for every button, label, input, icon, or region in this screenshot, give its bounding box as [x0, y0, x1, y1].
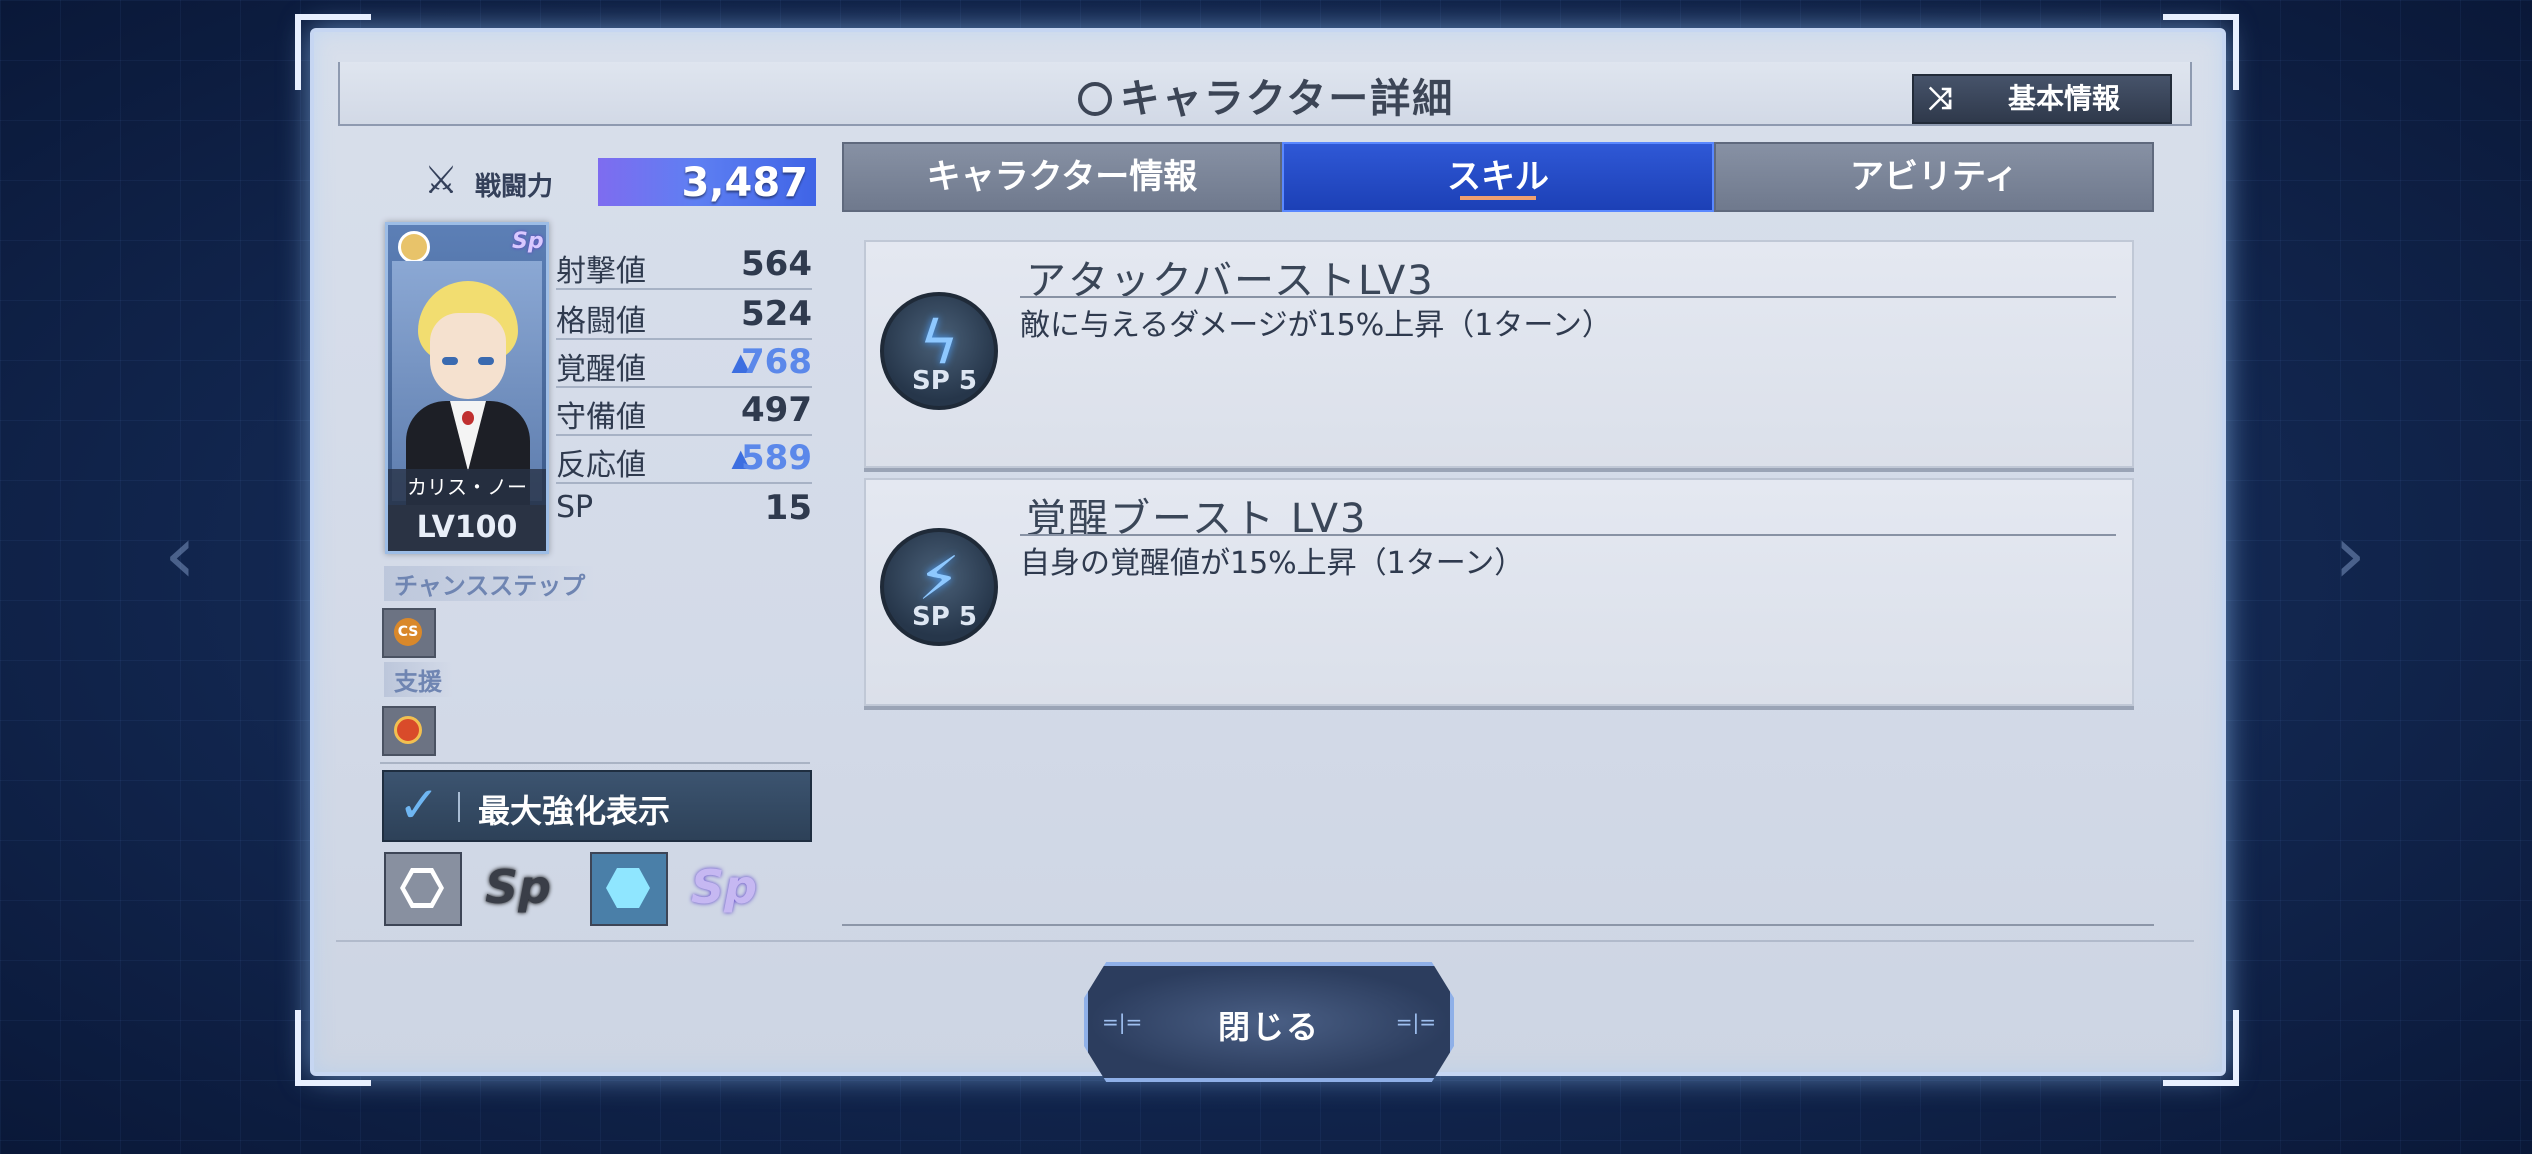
- character-portrait: [392, 261, 542, 511]
- power-bar: 3,487: [598, 158, 816, 206]
- awakening-boost-icon: ⚡ SP 5: [880, 528, 998, 646]
- max-enhance-toggle[interactable]: ✓ 最大強化表示: [382, 770, 812, 842]
- character-level: LV100: [388, 505, 546, 551]
- hexagon-outline-icon: [400, 868, 444, 908]
- shuffle-icon: ⤨: [1928, 81, 1952, 116]
- prev-arrow-icon[interactable]: ‹: [150, 515, 210, 595]
- stat-row: 射撃値 564: [556, 244, 812, 290]
- sp-dark-emblem[interactable]: Sp: [478, 852, 558, 922]
- divider: [336, 940, 2194, 942]
- chance-step-slot[interactable]: CS: [382, 608, 436, 658]
- stat-row: SP 15: [556, 488, 812, 528]
- power-label: 戦闘力: [475, 172, 554, 202]
- support-icon: [394, 716, 422, 744]
- frame-corner: [295, 1010, 371, 1086]
- tab-ability[interactable]: アビリティ: [1714, 142, 2154, 212]
- skill-description: 自身の覚醒値が15%上昇（1ターン）: [1020, 546, 1525, 581]
- lightning-burst-icon: ϟ SP 5: [880, 292, 998, 410]
- close-button[interactable]: =|= 閉じる =|=: [1084, 962, 1454, 1082]
- hexagon-filled-icon: [606, 868, 650, 908]
- skill-panel[interactable]: ϟ SP 5 アタックバーストLV3 敵に与えるダメージが15%上昇（1ターン）: [864, 240, 2134, 468]
- hex-option-filled[interactable]: [590, 852, 668, 926]
- check-icon: ✓: [398, 776, 440, 834]
- tab-character-info[interactable]: キャラクター情報: [842, 142, 1282, 212]
- character-card[interactable]: Sp カリス・ノー LV100: [385, 222, 549, 554]
- basic-info-toggle-button[interactable]: ⤨ 基本情報: [1912, 74, 2172, 124]
- divider: [842, 924, 2154, 926]
- support-slot[interactable]: [382, 706, 436, 756]
- power-value: 3,487: [681, 160, 808, 206]
- sp-badge: Sp: [512, 229, 544, 254]
- cs-icon: CS: [394, 618, 422, 646]
- character-icon: [1077, 82, 1112, 116]
- stat-row: 格闘値 524: [556, 294, 812, 340]
- stat-row: 反応値 ▲ 589: [556, 438, 812, 484]
- active-tab-indicator: [1460, 196, 1536, 200]
- next-arrow-icon[interactable]: ›: [2320, 515, 2380, 595]
- divider: [380, 762, 810, 764]
- character-name: カリス・ノー: [388, 469, 546, 505]
- skill-description: 敵に与えるダメージが15%上昇（1ターン）: [1020, 308, 1612, 343]
- sp-light-emblem[interactable]: Sp: [684, 852, 764, 922]
- skill-panel[interactable]: ⚡ SP 5 覚醒ブースト LV3 自身の覚醒値が15%上昇（1ターン）: [864, 478, 2134, 706]
- tab-bar: キャラクター情報 スキル アビリティ: [842, 142, 2154, 212]
- hex-option-outline[interactable]: [384, 852, 462, 926]
- medal-icon: [398, 231, 430, 263]
- support-label: 支援: [384, 662, 452, 697]
- tab-skill[interactable]: スキル: [1282, 142, 1714, 212]
- stat-row: 覚醒値 ▲ 768: [556, 342, 812, 388]
- frame-corner: [2163, 1010, 2239, 1086]
- stat-row: 守備値 497: [556, 390, 812, 436]
- crossed-swords-icon: ⚔: [424, 158, 459, 202]
- chance-step-label: チャンスステップ: [384, 566, 596, 601]
